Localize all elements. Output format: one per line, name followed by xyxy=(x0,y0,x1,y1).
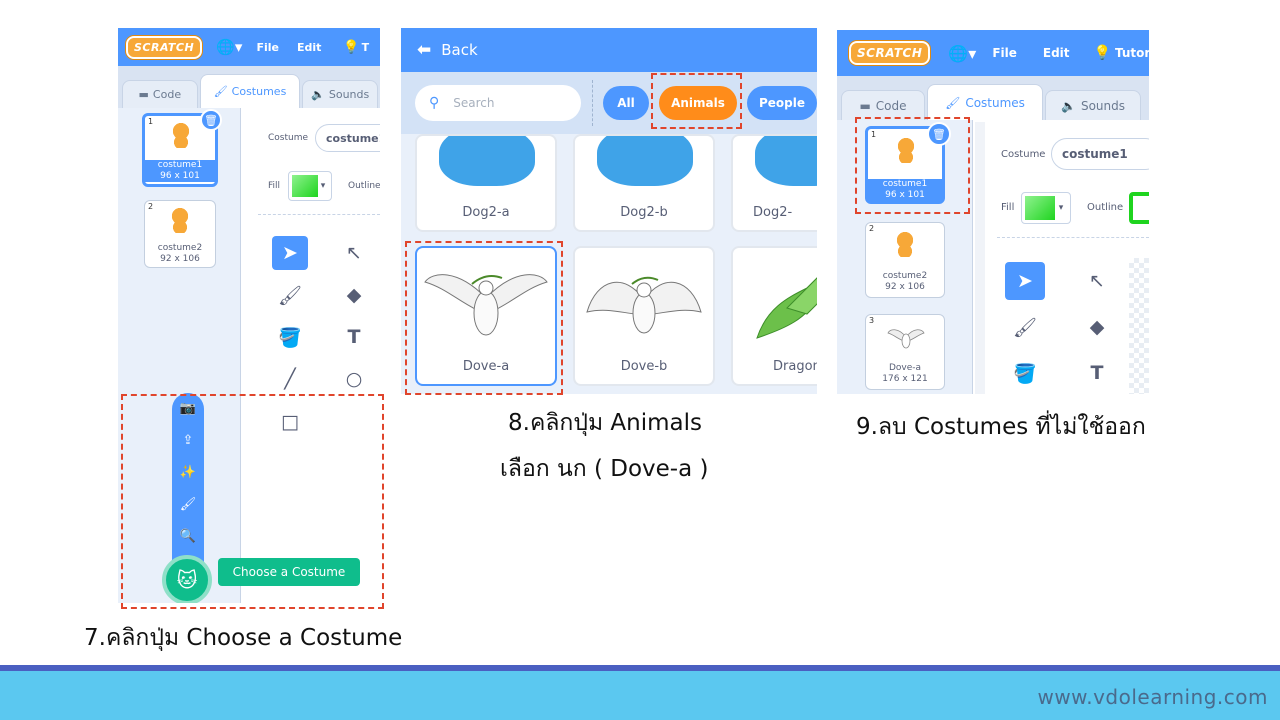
dog-icon xyxy=(439,136,535,186)
highlight-animals xyxy=(651,73,742,129)
costume-label: Costume xyxy=(1001,149,1046,160)
tabs-row: ▬ Code 🖌 Costumes 🔈 Sounds xyxy=(837,76,1149,120)
sprite-card-dragon[interactable]: Dragon xyxy=(731,246,817,386)
costume-thumb-2[interactable]: 2 costume2 92 x 106 xyxy=(144,200,216,268)
highlight-costume1 xyxy=(855,117,970,214)
caption-step9: 9.ลบ Costumes ที่ไม่ใช้ออก xyxy=(856,414,1146,440)
eraser-tool-icon[interactable]: ◆ xyxy=(1077,308,1117,346)
scratch-logo[interactable]: SCRATCH xyxy=(849,41,931,65)
code-icon: ▬ xyxy=(859,98,871,113)
tabs-row: ▬ Code 🖌 Costumes 🔈 Sounds xyxy=(118,66,380,108)
costume-name-input[interactable]: costume1 xyxy=(315,124,380,152)
text-tool-icon[interactable]: T xyxy=(1077,354,1117,392)
footer-site: www.vdolearning.com xyxy=(1037,685,1268,709)
dragon-icon xyxy=(756,277,817,339)
globe-icon[interactable]: 🌐▾ xyxy=(216,38,242,56)
fill-swatch[interactable]: ▾ xyxy=(1021,192,1071,224)
cat-sprite-icon xyxy=(169,207,191,233)
dove-icon xyxy=(586,276,702,334)
text-tool-icon[interactable]: T xyxy=(336,320,372,354)
menu-file[interactable]: File xyxy=(992,46,1017,60)
dog-icon xyxy=(755,136,817,186)
fill-tool-icon[interactable]: 🪣 xyxy=(272,320,308,354)
back-button[interactable]: Back xyxy=(441,41,477,59)
outline-label: Outline xyxy=(1087,202,1124,213)
costume-label: Costume xyxy=(268,133,309,143)
dove-icon xyxy=(887,329,925,349)
tab-code[interactable]: ▬ Code xyxy=(122,80,198,108)
search-input[interactable]: ⚲ Search xyxy=(415,85,581,121)
fill-label: Fill xyxy=(268,181,281,191)
tab-sounds[interactable]: 🔈 Sounds xyxy=(1045,90,1141,120)
speaker-icon: 🔈 xyxy=(1061,98,1076,113)
divider xyxy=(997,237,1149,238)
brush-tool-icon[interactable]: 🖌 xyxy=(272,278,308,312)
tab-code[interactable]: ▬ Code xyxy=(841,90,925,120)
fill-swatch[interactable]: ▾ xyxy=(288,171,332,201)
lightbulb-icon[interactable]: 💡 xyxy=(343,40,359,55)
costume-name-input[interactable]: costume1 xyxy=(1051,138,1149,170)
globe-icon[interactable]: 🌐▾ xyxy=(948,44,976,63)
cat-sprite-icon xyxy=(170,122,192,148)
divider xyxy=(258,214,380,215)
footer-bar: www.vdolearning.com xyxy=(0,665,1280,720)
highlight-step7 xyxy=(121,394,384,609)
search-icon: ⚲ xyxy=(429,95,440,111)
sprite-card-dog2-a[interactable]: Dog2-a xyxy=(415,134,557,232)
outline-label: Outline xyxy=(348,181,380,191)
tab-costumes[interactable]: 🖌 Costumes xyxy=(927,84,1043,120)
lightbulb-icon[interactable]: 💡 xyxy=(1094,45,1111,61)
speaker-icon: 🔈 xyxy=(311,88,325,101)
back-arrow-icon[interactable]: ⬅ xyxy=(417,40,431,60)
tab-costumes[interactable]: 🖌 Costumes xyxy=(199,74,301,108)
brush-tool-icon[interactable]: 🖌 xyxy=(1005,308,1045,346)
filter-all[interactable]: All xyxy=(603,86,649,120)
eraser-tool-icon[interactable]: ◆ xyxy=(336,278,372,312)
sprite-card-dog2-c[interactable]: Dog2- xyxy=(731,134,817,232)
select-tool-icon[interactable]: ➤ xyxy=(1005,262,1045,300)
select-tool-icon[interactable]: ➤ xyxy=(272,236,308,270)
menu-file[interactable]: File xyxy=(256,41,279,54)
circle-tool-icon[interactable]: ○ xyxy=(336,362,372,396)
menu-bar: SCRATCH 🌐▾ File Edit 💡 Tutori xyxy=(837,30,1149,76)
filter-people[interactable]: People xyxy=(747,86,817,120)
divider xyxy=(592,80,593,126)
brush-icon: 🖌 xyxy=(213,85,228,98)
cat-sprite-icon xyxy=(894,231,916,257)
costume-thumb-3[interactable]: 3 Dove-a 176 x 121 xyxy=(865,314,945,390)
reshape-tool-icon[interactable]: ↖ xyxy=(1077,262,1117,300)
menu-edit[interactable]: Edit xyxy=(1043,46,1070,60)
menu-edit[interactable]: Edit xyxy=(297,41,321,54)
outline-swatch[interactable] xyxy=(1129,192,1149,224)
canvas-checkerboard[interactable] xyxy=(1129,258,1149,394)
caption-step8-line1: 8.คลิกปุ่ม Animals xyxy=(508,410,702,436)
menu-bar: SCRATCH 🌐▾ File Edit 💡 T xyxy=(118,28,380,66)
menu-tutorials[interactable]: T xyxy=(362,41,370,54)
reshape-tool-icon[interactable]: ↖ xyxy=(336,236,372,270)
library-header: ⬅ Back xyxy=(401,28,817,72)
delete-costume-icon[interactable]: 🗑 xyxy=(200,109,222,131)
highlight-dove-a xyxy=(405,241,563,395)
brush-icon: 🖌 xyxy=(945,95,961,110)
menu-tutorials[interactable]: Tutori xyxy=(1115,46,1149,60)
filter-bar: ⚲ Search All Animals People xyxy=(401,72,817,134)
fill-tool-icon[interactable]: 🪣 xyxy=(1005,354,1045,392)
costume-thumb-2[interactable]: 2 costume2 92 x 106 xyxy=(865,222,945,298)
line-tool-icon[interactable]: ╱ xyxy=(272,362,308,396)
fill-label: Fill xyxy=(1001,202,1015,213)
scrollbar[interactable] xyxy=(975,122,985,394)
dog-icon xyxy=(597,136,693,186)
tab-sounds[interactable]: 🔈 Sounds xyxy=(302,80,378,108)
scratch-logo[interactable]: SCRATCH xyxy=(126,35,203,59)
sprite-card-dove-b[interactable]: Dove-b xyxy=(573,246,715,386)
caption-step8-line2: เลือก นก ( Dove-a ) xyxy=(500,456,709,482)
caption-step7: 7.คลิกปุ่ม Choose a Costume xyxy=(84,625,403,651)
code-icon: ▬ xyxy=(138,88,149,101)
sprite-card-dog2-b[interactable]: Dog2-b xyxy=(573,134,715,232)
